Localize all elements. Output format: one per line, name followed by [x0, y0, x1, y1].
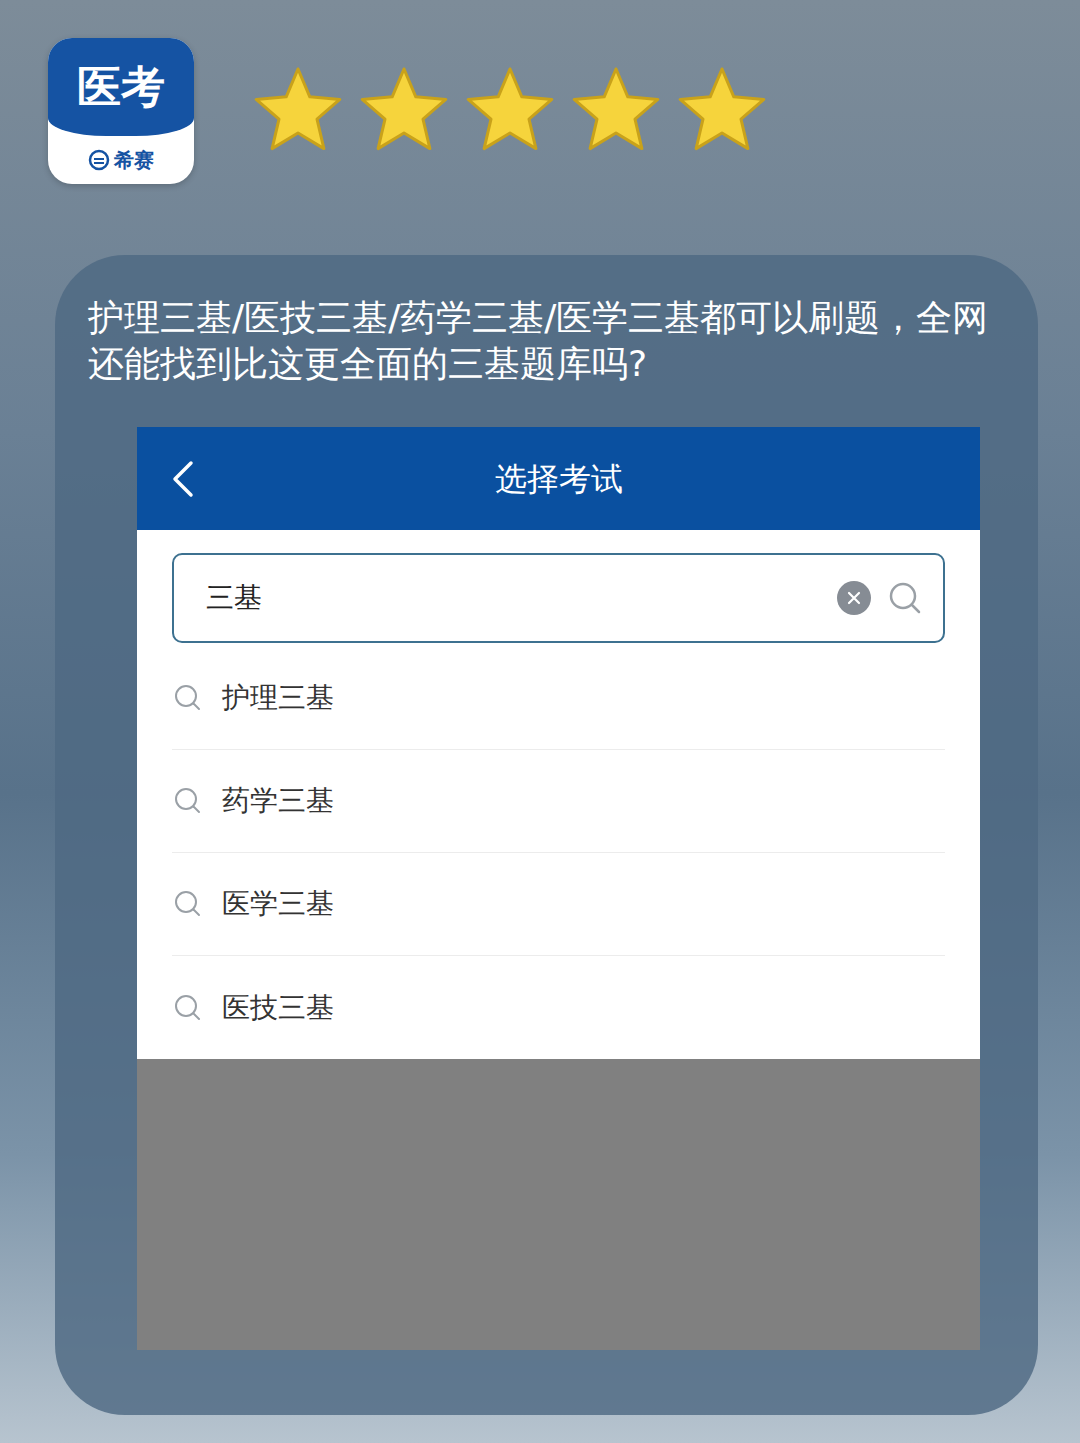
clear-icon[interactable] [837, 581, 871, 615]
search-icon[interactable] [887, 580, 923, 616]
search-icon [174, 684, 202, 712]
app-logo: 医考 希赛 [48, 38, 194, 184]
search-input[interactable] [206, 577, 821, 619]
search-box [172, 553, 945, 643]
result-item[interactable]: 药学三基 [172, 750, 945, 853]
star-icon [676, 65, 768, 157]
star-icon [570, 65, 662, 157]
back-icon[interactable] [169, 459, 197, 499]
result-list: 护理三基药学三基医学三基医技三基 [172, 647, 945, 1059]
result-item[interactable]: 医技三基 [172, 956, 945, 1059]
result-label: 护理三基 [222, 677, 334, 719]
result-label: 医技三基 [222, 987, 334, 1029]
caption: 护理三基/医技三基/药学三基/医学三基都可以刷题，全网还能找到比这更全面的三基题… [55, 295, 1038, 387]
logo-brand: 希赛 [114, 145, 154, 175]
result-item[interactable]: 医学三基 [172, 853, 945, 956]
star-icon [464, 65, 556, 157]
screen-title: 选择考试 [495, 455, 623, 503]
result-item[interactable]: 护理三基 [172, 647, 945, 750]
header-bar: 选择考试 [137, 427, 980, 530]
result-label: 医学三基 [222, 883, 334, 925]
result-label: 药学三基 [222, 780, 334, 822]
star-icon [252, 65, 344, 157]
logo-title: 医考 [77, 65, 165, 109]
overlay-area [137, 1059, 980, 1350]
brand-icon [88, 149, 110, 171]
search-icon [174, 994, 202, 1022]
rating-stars [252, 65, 768, 157]
search-icon [174, 787, 202, 815]
promo-panel: 护理三基/医技三基/药学三基/医学三基都可以刷题，全网还能找到比这更全面的三基题… [55, 255, 1038, 1415]
star-icon [358, 65, 450, 157]
search-icon [174, 890, 202, 918]
app-screen: 选择考试 护理三基药学三基医学三基医技三基 [137, 427, 980, 1350]
